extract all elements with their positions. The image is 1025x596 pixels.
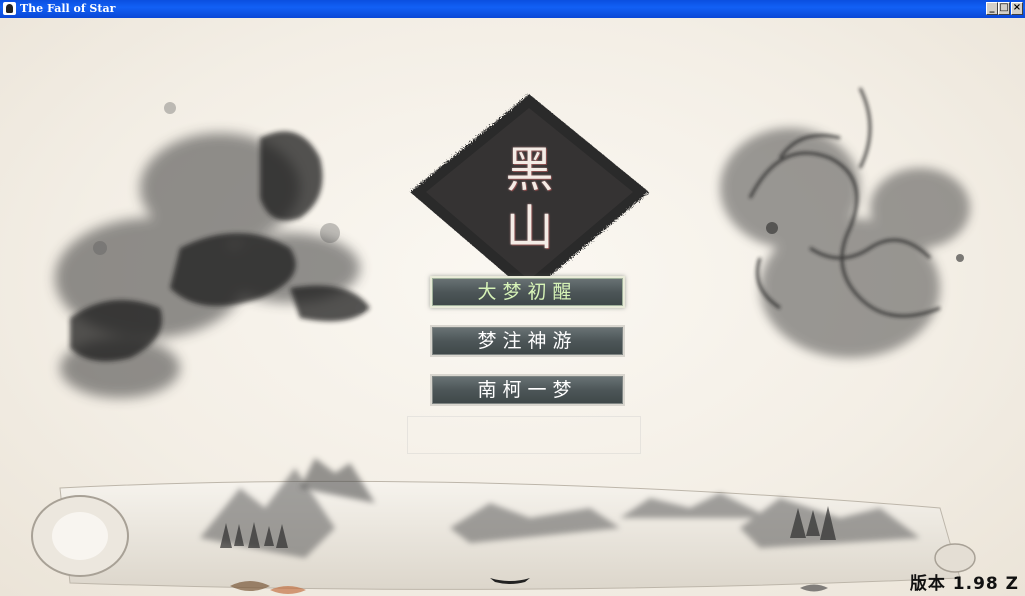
menu-continue-button[interactable]: 梦注神游 [430,325,625,357]
version-label: 版本 1.98 Z [909,574,1019,594]
minimize-button[interactable]: _ [986,2,998,15]
game-canvas: 黑 山 大梦初醒 梦注神游 南柯一梦 版本 1.98 Z [0,18,1025,596]
maximize-button[interactable]: □ [998,2,1010,15]
window-title: The Fall of Star [20,2,116,15]
game-logo-emblem: 黑 山 [407,90,652,300]
landscape-scroll-illustration [31,458,976,594]
menu-new-game-button[interactable]: 大梦初醒 [430,276,625,308]
menu-exit-button[interactable]: 南柯一梦 [430,374,625,406]
ink-dragon-illustration [720,87,970,358]
window-titlebar: The Fall of Star _ □ × [0,0,1025,18]
ink-beast-illustration [55,102,370,398]
logo-glyph-shan: 山 [505,200,554,256]
app-icon [3,2,16,15]
close-button[interactable]: × [1011,2,1023,15]
